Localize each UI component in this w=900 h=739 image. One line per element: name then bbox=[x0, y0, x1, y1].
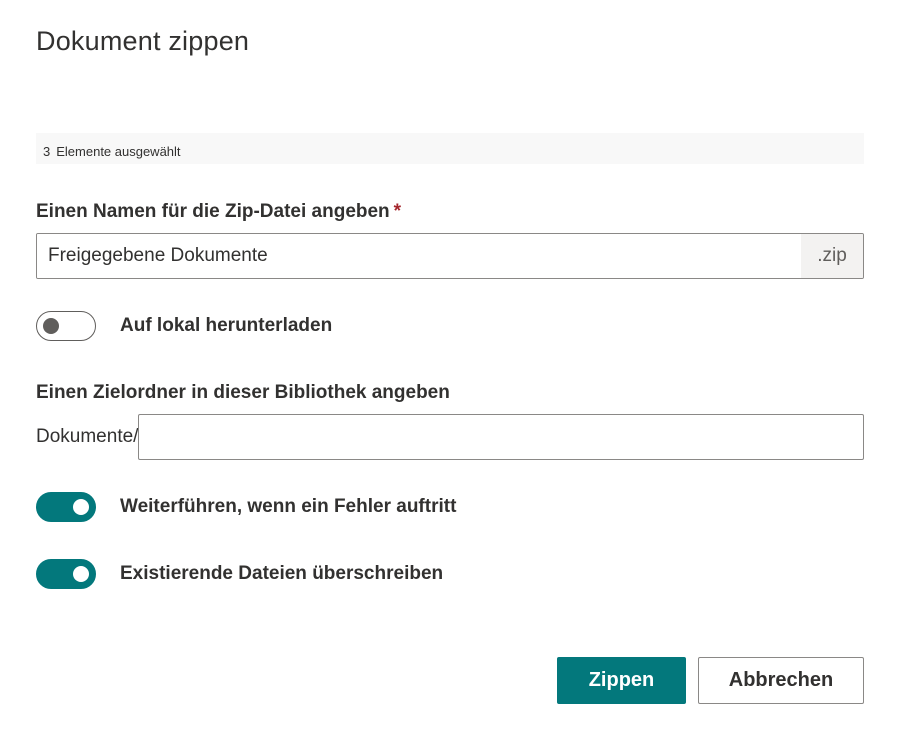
continue-on-error-row: Weiterführen, wenn ein Fehler auftritt bbox=[36, 492, 456, 522]
selection-info-bar: 3 Elemente ausgewählt bbox=[36, 133, 864, 164]
zip-button[interactable]: Zippen bbox=[557, 657, 686, 704]
toggle-knob bbox=[73, 566, 89, 582]
download-local-label: Auf lokal herunterladen bbox=[120, 315, 333, 336]
zip-dialog: Dokument zippen 3 Elemente ausgewählt Ein… bbox=[0, 0, 900, 739]
cancel-button[interactable]: Abbrechen bbox=[698, 657, 864, 704]
dialog-title: Dokument zippen bbox=[36, 26, 250, 56]
zip-name-field: .zip bbox=[36, 233, 864, 279]
download-local-row: Auf lokal herunterladen bbox=[36, 311, 332, 341]
selection-count: 3 bbox=[43, 144, 51, 159]
selection-text: Elemente ausgewählt bbox=[56, 144, 181, 159]
target-folder-label: Einen Zielordner in dieser Bibliothek an… bbox=[36, 382, 450, 403]
toggle-knob bbox=[43, 318, 59, 334]
target-folder-row: Dokumente/ bbox=[36, 414, 864, 460]
continue-on-error-label: Weiterführen, wenn ein Fehler auftritt bbox=[120, 496, 457, 517]
download-local-toggle[interactable] bbox=[36, 311, 96, 341]
toggle-knob bbox=[73, 499, 89, 515]
overwrite-existing-toggle[interactable] bbox=[36, 559, 96, 589]
zip-name-label: Einen Namen für die Zip-Datei angeben * bbox=[36, 201, 401, 223]
zip-name-input[interactable] bbox=[37, 234, 801, 278]
required-marker: * bbox=[393, 201, 402, 222]
zip-suffix: .zip bbox=[801, 234, 863, 278]
zip-name-label-text: Einen Namen für die Zip-Datei angeben bbox=[36, 201, 390, 222]
target-folder-input[interactable] bbox=[138, 414, 864, 460]
target-folder-prefix: Dokumente/ bbox=[36, 426, 139, 447]
continue-on-error-toggle[interactable] bbox=[36, 492, 96, 522]
overwrite-existing-label: Existierende Dateien überschreiben bbox=[120, 563, 444, 584]
overwrite-existing-row: Existierende Dateien überschreiben bbox=[36, 559, 443, 589]
